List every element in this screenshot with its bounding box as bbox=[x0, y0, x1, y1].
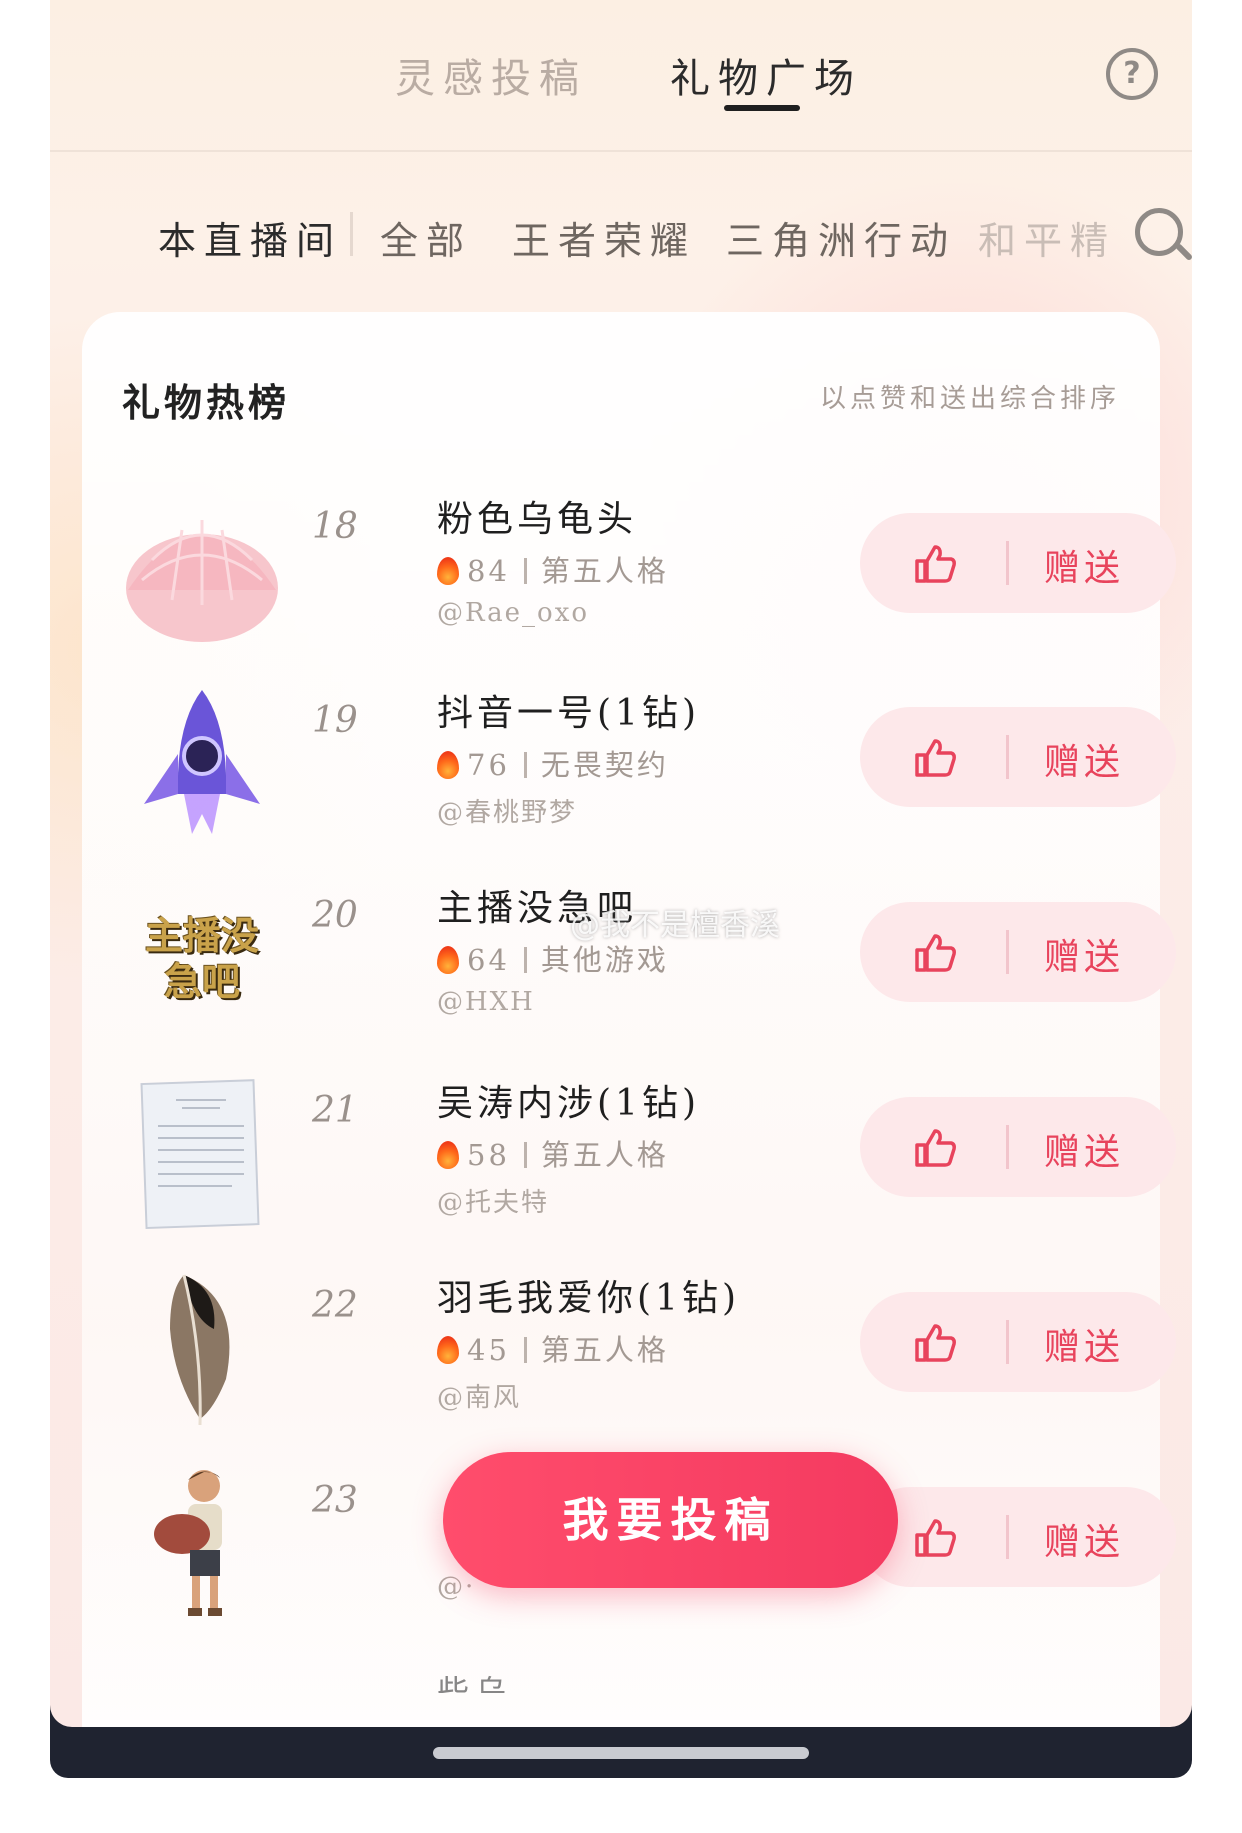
action-divider bbox=[1006, 735, 1009, 779]
ranking-note: 以点赞和送出综合排序 bbox=[819, 384, 1120, 414]
rank-number: 18 bbox=[312, 506, 358, 547]
action-divider bbox=[1006, 1515, 1009, 1559]
list-item[interactable]: 21 吴涛内涉(1钻) 58 第五人格 @托夫特 赠送 bbox=[82, 1064, 1176, 1244]
app-screen: 灵感投稿 礼物广场 ? 本直播间 全部 王者荣耀 三角洲行动 和平精 礼物热榜 … bbox=[50, 0, 1192, 1727]
like-count: 84 bbox=[467, 554, 510, 588]
flame-icon bbox=[437, 751, 459, 779]
boy-figure-icon bbox=[154, 1470, 222, 1616]
author-handle[interactable]: @春桃野梦 bbox=[437, 792, 577, 829]
document-icon bbox=[140, 1079, 260, 1230]
next-item-peek: 些乌… bbox=[437, 1673, 552, 1693]
give-gift-button[interactable]: 赠送 bbox=[1044, 928, 1124, 980]
gift-meta: 76 无畏契约 bbox=[437, 742, 669, 784]
thumbs-up-icon[interactable] bbox=[913, 1127, 957, 1167]
rank-number: 23 bbox=[312, 1480, 358, 1521]
gift-meta: 45 第五人格 bbox=[437, 1327, 669, 1369]
thumbs-up-icon[interactable] bbox=[913, 543, 957, 583]
action-pill: 赠送 bbox=[860, 707, 1176, 807]
gift-name: 吴涛内涉(1钻) bbox=[437, 1083, 700, 1124]
action-pill: 赠送 bbox=[860, 1487, 1176, 1587]
pink-shell-icon bbox=[126, 520, 278, 642]
action-pill: 赠送 bbox=[860, 513, 1176, 613]
gift-meta: 58 第五人格 bbox=[437, 1132, 669, 1174]
thumbs-up-icon[interactable] bbox=[913, 1517, 957, 1557]
search-icon[interactable] bbox=[1135, 208, 1183, 256]
action-divider bbox=[1006, 541, 1009, 585]
list-item[interactable]: 19 抖音一号(1钻) 76 无畏契约 @春桃野梦 赠送 bbox=[82, 674, 1176, 854]
action-divider bbox=[1006, 1125, 1009, 1169]
list-item[interactable]: 22 羽毛我爱你(1钻) 45 第五人格 @南风 赠送 bbox=[82, 1259, 1176, 1439]
rank-number: 20 bbox=[312, 895, 358, 936]
category-row: 本直播间 全部 王者荣耀 三角洲行动 和平精 bbox=[50, 200, 1192, 270]
home-indicator[interactable] bbox=[433, 1747, 809, 1759]
category-delta-force[interactable]: 三角洲行动 bbox=[726, 210, 956, 265]
submit-button[interactable]: 我要投稿 bbox=[443, 1452, 898, 1588]
gift-name: 抖音一号(1钻) bbox=[437, 693, 700, 734]
gift-name: 羽毛我爱你(1钻) bbox=[437, 1278, 740, 1319]
meta-divider bbox=[523, 1337, 527, 1363]
meta-divider bbox=[523, 947, 527, 973]
phone-frame: 灵感投稿 礼物广场 ? 本直播间 全部 王者荣耀 三角洲行动 和平精 礼物热榜 … bbox=[50, 0, 1192, 1778]
flame-icon bbox=[437, 557, 459, 585]
like-count: 58 bbox=[467, 1138, 510, 1172]
rank-number: 19 bbox=[312, 700, 358, 741]
feather-icon bbox=[170, 1274, 230, 1426]
like-count: 45 bbox=[467, 1333, 510, 1367]
meta-divider bbox=[523, 752, 527, 778]
tab-gift-square[interactable]: 礼物广场 bbox=[670, 46, 862, 104]
text-badge-icon: 主播没急吧 bbox=[122, 879, 282, 1039]
give-gift-button[interactable]: 赠送 bbox=[1044, 539, 1124, 591]
like-count: 76 bbox=[467, 748, 510, 782]
rank-number: 22 bbox=[312, 1285, 358, 1326]
game-name: 第五人格 bbox=[540, 554, 669, 588]
meta-divider bbox=[523, 1142, 527, 1168]
gift-name: 粉色乌龟头 bbox=[437, 499, 638, 540]
action-pill: 赠送 bbox=[860, 1097, 1176, 1197]
game-name: 第五人格 bbox=[540, 1333, 669, 1367]
category-separator bbox=[350, 212, 353, 256]
active-tab-indicator bbox=[724, 105, 800, 111]
author-handle[interactable]: @HXH bbox=[437, 987, 535, 1017]
author-handle[interactable]: @· bbox=[437, 1572, 475, 1602]
action-divider bbox=[1006, 930, 1009, 974]
author-handle[interactable]: @Rae_oxo bbox=[437, 598, 589, 628]
gift-meta: 84 第五人格 bbox=[437, 548, 669, 590]
list-item[interactable]: 主播没急吧 20 主播没急吧 64 其他游戏 @HXH 赠送 bbox=[82, 869, 1176, 1049]
game-name: 第五人格 bbox=[540, 1138, 669, 1172]
action-divider bbox=[1006, 1320, 1009, 1364]
thumbs-up-icon[interactable] bbox=[913, 737, 957, 777]
category-this-room[interactable]: 本直播间 bbox=[158, 210, 342, 265]
header-divider bbox=[50, 150, 1192, 152]
watermark-text: @我不是檀香溪 bbox=[570, 908, 780, 943]
tab-inspiration[interactable]: 灵感投稿 bbox=[395, 46, 587, 104]
category-honor-of-kings[interactable]: 王者荣耀 bbox=[512, 210, 696, 265]
thumbs-up-icon[interactable] bbox=[913, 932, 957, 972]
card-title: 礼物热榜 bbox=[122, 380, 291, 425]
author-handle[interactable]: @南风 bbox=[437, 1377, 521, 1414]
top-tab-bar: 灵感投稿 礼物广场 ? bbox=[50, 0, 1192, 150]
list-item[interactable]: 18 粉色乌龟头 84 第五人格 @Rae_oxo 赠送 bbox=[82, 480, 1176, 660]
meta-divider bbox=[523, 558, 527, 584]
author-handle[interactable]: @托夫特 bbox=[437, 1182, 549, 1219]
rank-number: 21 bbox=[312, 1090, 358, 1131]
give-gift-button[interactable]: 赠送 bbox=[1044, 1318, 1124, 1370]
flame-icon bbox=[437, 1336, 459, 1364]
flame-icon bbox=[437, 1141, 459, 1169]
game-name: 无畏契约 bbox=[540, 748, 669, 782]
game-name: 其他游戏 bbox=[540, 943, 669, 977]
give-gift-button[interactable]: 赠送 bbox=[1044, 1123, 1124, 1175]
action-pill: 赠送 bbox=[860, 902, 1176, 1002]
give-gift-button[interactable]: 赠送 bbox=[1044, 1513, 1124, 1565]
help-icon[interactable]: ? bbox=[1106, 48, 1158, 100]
category-all[interactable]: 全部 bbox=[380, 210, 472, 265]
give-gift-button[interactable]: 赠送 bbox=[1044, 733, 1124, 785]
flame-icon bbox=[437, 946, 459, 974]
action-pill: 赠送 bbox=[860, 1292, 1176, 1392]
category-peace-elite[interactable]: 和平精 bbox=[978, 210, 1108, 265]
rocket-icon bbox=[144, 690, 260, 834]
badge-text: 主播没急吧 bbox=[144, 913, 259, 1004]
like-count: 64 bbox=[467, 943, 510, 977]
thumbs-up-icon[interactable] bbox=[913, 1322, 957, 1362]
